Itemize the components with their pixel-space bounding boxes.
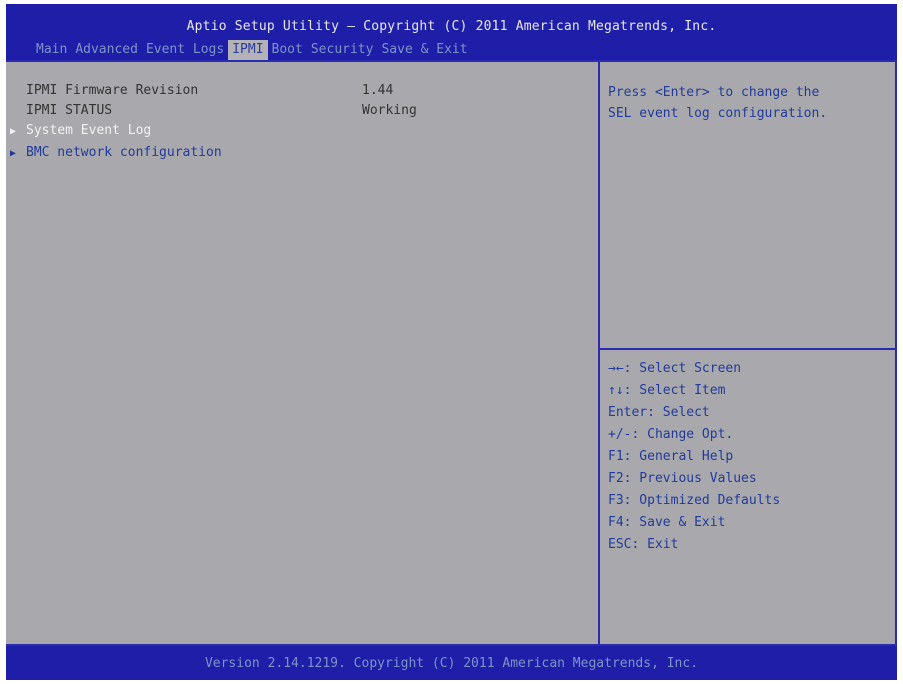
version-text: Version 2.14.1219. Copyright (C) 2011 Am… bbox=[204, 656, 699, 671]
key-hint: ↑↓: Select Item bbox=[608, 383, 726, 398]
help-divider bbox=[600, 348, 895, 350]
footer-bar: Version 2.14.1219. Copyright (C) 2011 Am… bbox=[6, 644, 897, 680]
submenu-system-event-log[interactable]: ▶ System Event Log bbox=[10, 122, 151, 140]
help-pane: Press <Enter> to change the SEL event lo… bbox=[598, 60, 897, 644]
key-hint: F2: Previous Values bbox=[608, 471, 757, 486]
key-hint: ESC: Exit bbox=[608, 537, 679, 552]
submenu-label: BMC network configuration bbox=[26, 145, 222, 160]
submenu-label: System Event Log bbox=[26, 123, 152, 138]
tab-bar: Main Advanced Event Logs IPMI Boot Secur… bbox=[32, 40, 472, 60]
key-hint: F3: Optimized Defaults bbox=[608, 493, 781, 508]
key-hint: →←: Select Screen bbox=[608, 361, 742, 376]
help-description: Press <Enter> to change the SEL event lo… bbox=[608, 85, 828, 121]
tab-ipmi[interactable]: IPMI bbox=[228, 40, 268, 60]
setting-value: 1.44 bbox=[362, 83, 394, 98]
key-hint: F1: General Help bbox=[608, 449, 734, 464]
key-hint: F4: Save & Exit bbox=[608, 515, 726, 530]
tab-advanced[interactable]: Advanced bbox=[71, 40, 142, 60]
key-hint: +/-: Change Opt. bbox=[608, 427, 734, 442]
tab-boot[interactable]: Boot bbox=[268, 40, 307, 60]
setting-label: IPMI STATUS bbox=[26, 103, 113, 118]
setting-label: IPMI Firmware Revision bbox=[26, 83, 199, 98]
tab-save-exit[interactable]: Save & Exit bbox=[377, 40, 471, 60]
header-bar: Aptio Setup Utility – Copyright (C) 2011… bbox=[6, 4, 897, 60]
tab-main[interactable]: Main bbox=[32, 40, 71, 60]
triangle-right-icon: ▶ bbox=[10, 126, 17, 137]
submenu-bmc-network-configuration[interactable]: ▶ BMC network configuration bbox=[10, 144, 222, 162]
tab-security[interactable]: Security bbox=[307, 40, 378, 60]
setting-value: Working bbox=[362, 103, 417, 118]
key-hint: Enter: Select bbox=[608, 405, 710, 420]
tab-event-logs[interactable]: Event Logs bbox=[142, 40, 228, 60]
utility-title: Aptio Setup Utility – Copyright (C) 2011… bbox=[186, 19, 717, 34]
bios-screen: Aptio Setup Utility – Copyright (C) 2011… bbox=[6, 4, 897, 680]
settings-pane: IPMI Firmware Revision 1.44 IPMI STATUS … bbox=[6, 60, 598, 644]
triangle-right-icon: ▶ bbox=[10, 148, 17, 159]
key-legend: →←: Select Screen ↑↓: Select Item Enter:… bbox=[608, 358, 780, 556]
